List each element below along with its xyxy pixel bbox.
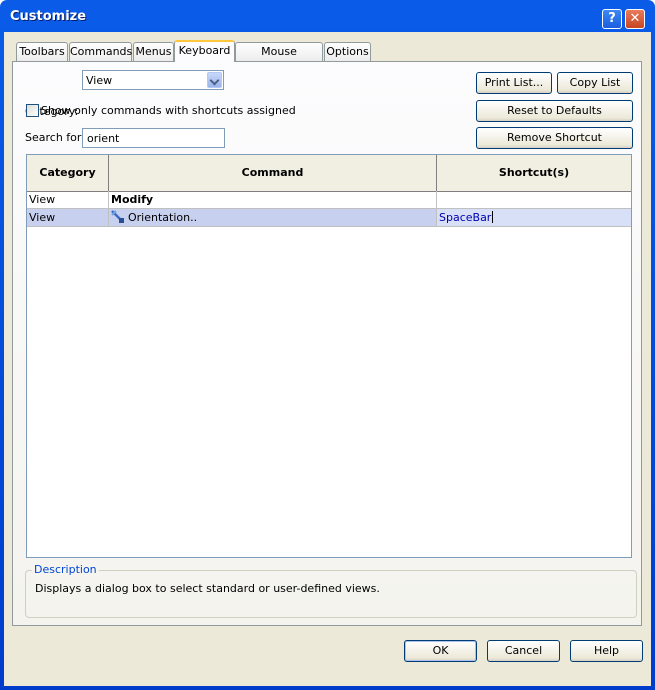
help-button[interactable]: Help — [570, 640, 643, 662]
search-input[interactable]: orient — [82, 128, 225, 148]
row-command: Modify — [109, 191, 437, 208]
tab-options[interactable]: Options — [324, 42, 371, 61]
tab-commands[interactable]: Commands — [69, 42, 132, 61]
window-title: Customize — [10, 9, 87, 24]
close-icon[interactable]: ✕ — [625, 9, 645, 29]
tab-toolbars[interactable]: Toolbars — [16, 42, 68, 61]
table-row[interactable]: View Modify — [27, 191, 631, 209]
remove-shortcut-button[interactable]: Remove Shortcut — [476, 127, 633, 149]
help-icon[interactable]: ? — [602, 9, 622, 29]
row-category: View — [27, 191, 109, 208]
shortcut-table[interactable]: Category Command Shortcut(s) View Modify… — [26, 154, 632, 558]
tab-mouse-gestures[interactable]: Mouse Gestures — [235, 42, 323, 76]
category-value: View — [86, 74, 113, 87]
row-command: Orientation.. — [128, 211, 198, 224]
print-list-button[interactable]: Print List... — [476, 72, 552, 94]
search-label: Search for: — [25, 131, 85, 144]
reset-defaults-button[interactable]: Reset to Defaults — [476, 100, 633, 122]
row-category: View — [27, 209, 109, 226]
customize-window: Customize ? ✕ Toolbars Commands Menus Ke… — [0, 0, 655, 690]
show-only-label[interactable]: Show only commands with shortcuts assign… — [41, 104, 296, 117]
copy-list-button[interactable]: Copy List — [557, 72, 633, 94]
description-legend: Description — [32, 563, 99, 576]
ok-button[interactable]: OK — [404, 640, 477, 662]
row-shortcut — [437, 191, 631, 208]
header-shortcut[interactable]: Shortcut(s) — [437, 155, 631, 191]
header-category[interactable]: Category — [27, 155, 109, 191]
row-shortcut-editor[interactable]: SpaceBar — [437, 209, 631, 226]
tab-keyboard[interactable]: Keyboard — [174, 40, 235, 62]
tab-menus[interactable]: Menus — [133, 42, 174, 61]
text-cursor — [492, 211, 494, 223]
table-header: Category Command Shortcut(s) — [27, 155, 631, 192]
description-text: Displays a dialog box to select standard… — [35, 582, 380, 595]
row-command-cell: Orientation.. — [109, 209, 437, 226]
description-group: Description Displays a dialog box to sel… — [25, 563, 637, 618]
row-shortcut: SpaceBar — [439, 211, 492, 224]
cancel-button[interactable]: Cancel — [487, 640, 560, 662]
keyboard-panel: Category: View Show only commands with s… — [12, 61, 642, 626]
category-dropdown[interactable]: View — [82, 70, 224, 90]
dialog-client: Toolbars Commands Menus Keyboard Mouse G… — [4, 32, 651, 686]
show-only-checkbox[interactable] — [26, 104, 39, 117]
header-command[interactable]: Command — [109, 155, 437, 191]
chevron-down-icon[interactable] — [207, 72, 222, 88]
orientation-icon — [111, 210, 124, 223]
table-row-selected[interactable]: View Orientation.. SpaceBar — [27, 209, 631, 227]
title-bar[interactable]: Customize ? ✕ — [0, 0, 655, 32]
